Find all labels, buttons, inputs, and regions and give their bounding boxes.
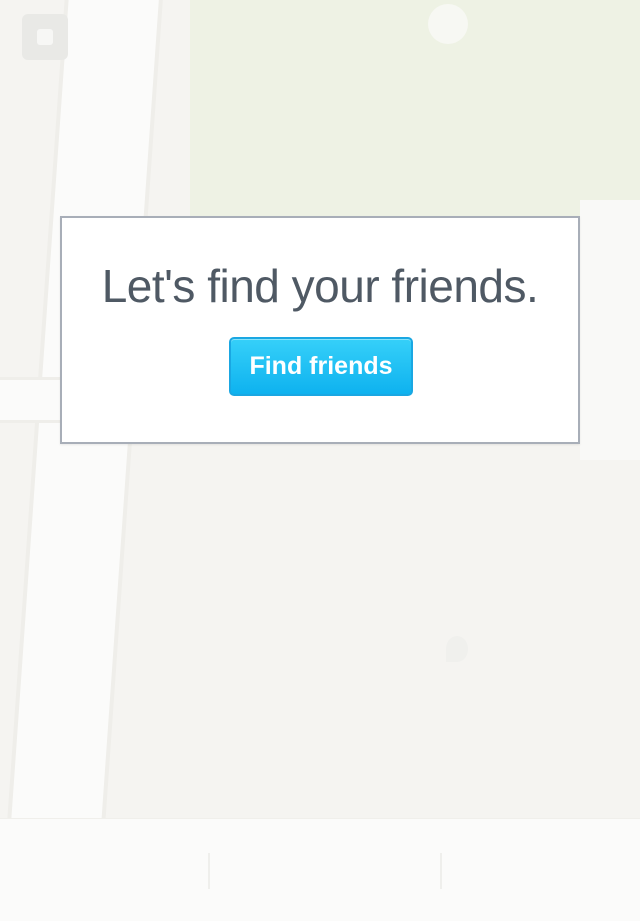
bottom-tab-bar [0, 818, 640, 921]
find-friends-dialog: Let's find your friends. Find friends [60, 216, 580, 444]
map-pin-icon [446, 636, 468, 662]
locate-icon[interactable] [22, 14, 68, 60]
bottom-tab-2[interactable] [208, 853, 442, 889]
map-road-vertical [1, 0, 160, 920]
find-friends-button[interactable]: Find friends [229, 337, 413, 396]
dialog-title: Let's find your friends. [101, 260, 539, 312]
bottom-tab-3[interactable] [470, 853, 630, 889]
map-road-side [580, 200, 640, 460]
map-marker-icon [428, 4, 468, 44]
map-background[interactable] [0, 0, 640, 920]
bottom-tab-1[interactable] [18, 853, 178, 889]
